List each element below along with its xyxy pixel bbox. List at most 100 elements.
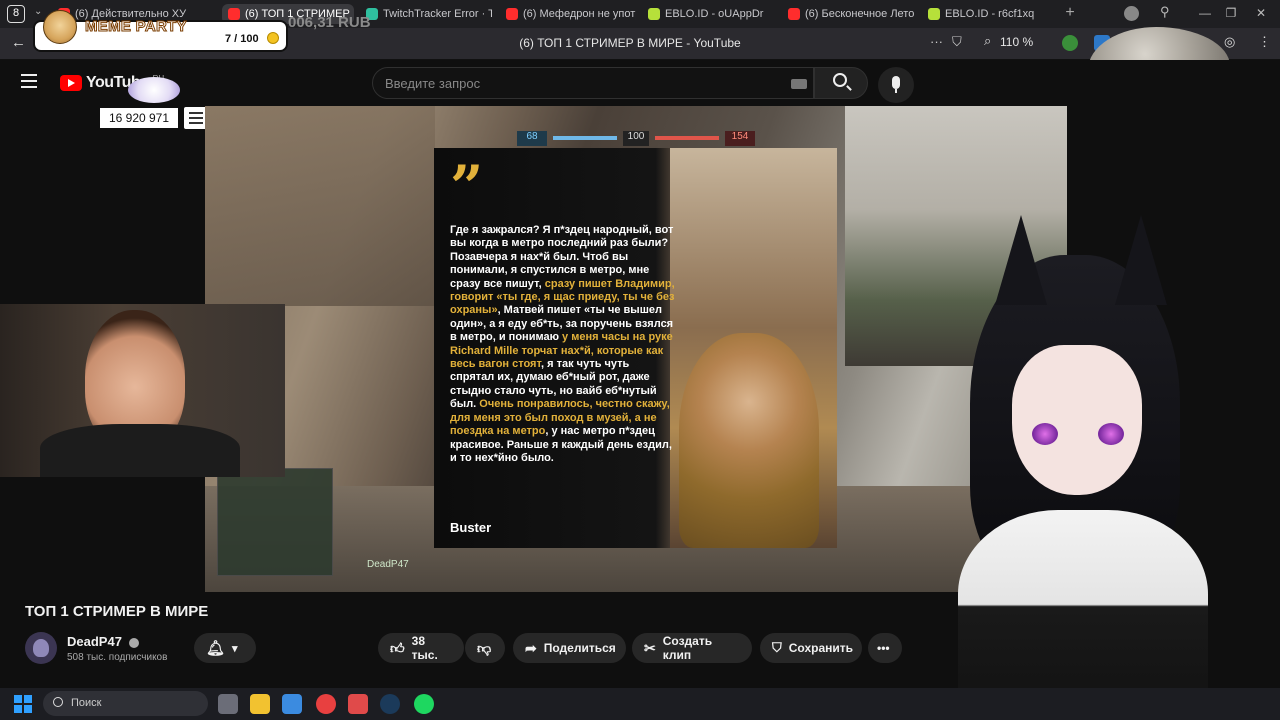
extension-icon[interactable]: [1062, 35, 1078, 51]
back-icon[interactable]: ←: [11, 34, 26, 51]
save-label: Сохранить: [788, 641, 854, 655]
cat-sticker: [128, 77, 180, 103]
channel-avatar[interactable]: [25, 632, 57, 664]
windows-taskbar: Поиск: [0, 688, 1280, 720]
tab-favicon-icon: [228, 8, 240, 20]
quote-card: ” Где я зажрался? Я п*здец народный, вот…: [434, 148, 837, 548]
page-title[interactable]: (6) ТОП 1 СТРИМЕР В МИРЕ - YouTube: [380, 36, 880, 50]
minimize-button[interactable]: —: [1196, 4, 1214, 22]
search-icon: [53, 697, 63, 707]
meme-party-widget: MEME PARTY 7 / 100: [33, 10, 288, 52]
menu-icon[interactable]: ⋮: [1258, 34, 1271, 50]
more-actions-button[interactable]: •••: [868, 633, 902, 663]
hud-score-right: 154: [725, 131, 755, 146]
chevron-down-icon: ▾: [232, 642, 238, 655]
player-name-label: DeadP47: [367, 559, 409, 570]
browser-tab[interactable]: EBLO.ID - oUAppDr: [642, 4, 776, 24]
browser-tab[interactable]: (6) Мефедрон не употр: [500, 4, 636, 24]
youtube-play-icon: [60, 75, 82, 91]
share-icon: ➦: [525, 639, 537, 656]
file-explorer-icon[interactable]: [250, 694, 270, 714]
quote-text: Где я зажрался? Я п*здец народный, вот в…: [450, 224, 676, 465]
like-button[interactable]: 👍︎ 38 тыс.: [378, 633, 464, 663]
streamer-hoodie: [40, 424, 240, 477]
store-icon[interactable]: [282, 694, 302, 714]
zoom-level[interactable]: 110 %: [1000, 35, 1033, 49]
more-icon[interactable]: ···: [930, 34, 943, 49]
streamer-webcam: [0, 304, 285, 477]
hud-score-left: 68: [517, 131, 547, 146]
bookmark-icon[interactable]: ⛉: [952, 34, 962, 50]
quote-mark-icon: ”: [450, 153, 484, 221]
subscriber-count: 508 тыс. подписчиков: [67, 652, 168, 663]
tab-label: (6) Мефедрон не употр: [523, 8, 636, 20]
hamburger-icon[interactable]: [21, 74, 37, 88]
search-box: [372, 67, 814, 99]
vtuber-avatar: [900, 215, 1280, 720]
search-button[interactable]: [814, 67, 868, 99]
more-icon: •••: [877, 641, 890, 655]
channel-name[interactable]: DeadP47: [67, 634, 139, 649]
minimap: [217, 468, 333, 576]
view-counter: 16 920 971: [100, 108, 178, 128]
vtuber-eye-right: [1098, 423, 1124, 445]
clip-button[interactable]: ✂ Создать клип: [632, 633, 752, 663]
search-input[interactable]: [385, 68, 785, 98]
hud-score-mid: 100: [623, 131, 649, 146]
vtuber-ear-right: [1115, 215, 1167, 305]
tab-label: EBLO.ID - r6cf1xq: [945, 8, 1035, 20]
valorant-icon[interactable]: [348, 694, 368, 714]
thumbs-up-icon: 👍︎: [390, 639, 405, 656]
save-icon: ⛉: [772, 640, 782, 655]
like-count: 38 тыс.: [411, 634, 438, 662]
workspace-badge[interactable]: 8: [7, 5, 25, 23]
share-label: Поделиться: [543, 641, 616, 655]
selfie-person: [679, 333, 819, 548]
keyboard-icon[interactable]: [791, 79, 807, 89]
dislike-button[interactable]: 👎︎: [465, 633, 505, 663]
taskbar-search-label: Поиск: [71, 697, 102, 709]
tab-label: TwitchTracker Error · Tw: [383, 8, 492, 20]
steam-icon[interactable]: [380, 694, 400, 714]
screenshot-icon[interactable]: ◎: [1224, 34, 1235, 50]
hud-bar-right: [655, 136, 719, 140]
profile-avatar[interactable]: [1124, 6, 1139, 21]
browser-tab[interactable]: EBLO.ID - r6cf1xq: [922, 4, 1056, 24]
doge-icon: [43, 10, 77, 44]
microphone-icon: [892, 76, 900, 89]
maximize-button[interactable]: ❐: [1222, 4, 1240, 22]
scissors-icon: ✂: [644, 639, 656, 656]
voice-search-button[interactable]: [878, 67, 914, 103]
scene-wall: [205, 106, 435, 306]
save-button[interactable]: ⛉ Сохранить: [760, 633, 862, 663]
notifications-button[interactable]: 🔔︎ ▾: [194, 633, 256, 663]
browser-tab[interactable]: (6) Бесконечное Лето л: [782, 4, 916, 24]
task-view-icon[interactable]: [218, 694, 238, 714]
taskbar-search[interactable]: Поиск: [43, 691, 208, 716]
tab-label: EBLO.ID - oUAppDr: [665, 8, 764, 20]
new-tab-button[interactable]: +: [1062, 5, 1078, 21]
thumbs-down-icon: 👎︎: [477, 639, 492, 656]
quote-author: Buster: [450, 520, 492, 535]
search-icon: [833, 73, 847, 87]
vtuber-ear-left: [995, 215, 1047, 305]
verified-icon: [128, 637, 139, 648]
browser-tab[interactable]: TwitchTracker Error · Tw: [360, 4, 492, 24]
zoom-icon[interactable]: ⌕: [984, 33, 991, 49]
meme-party-title: MEME PARTY: [85, 18, 188, 36]
extensions-icon[interactable]: ⚲: [1160, 4, 1170, 20]
share-button[interactable]: ➦ Поделиться: [513, 633, 626, 663]
spotify-icon[interactable]: [414, 694, 434, 714]
windows-start-icon[interactable]: [14, 695, 32, 713]
balance-text: 006,31 RUB: [288, 14, 371, 31]
hud-bar-left: [553, 136, 617, 140]
meme-progress: 7 / 100: [225, 33, 259, 45]
vtuber-face: [1012, 345, 1142, 495]
yandex-browser-icon[interactable]: [316, 694, 336, 714]
close-window-button[interactable]: ✕: [1252, 4, 1270, 22]
tab-favicon-icon: [506, 8, 518, 20]
chevron-down-icon[interactable]: ⌄: [34, 6, 42, 17]
tab-label: (6) Бесконечное Лето л: [805, 8, 916, 20]
tab-favicon-icon: [788, 8, 800, 20]
coin-icon: [267, 32, 279, 44]
